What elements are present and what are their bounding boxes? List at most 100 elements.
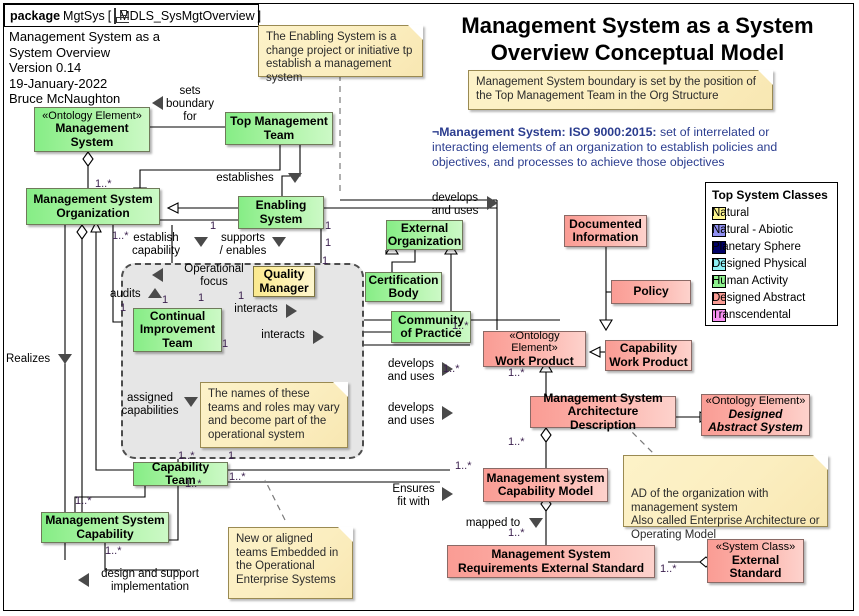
diagram-metadata: Management System as a System Overview V…	[9, 29, 161, 106]
class-name: Certification Body	[368, 272, 439, 300]
class-name: External Standard	[729, 552, 782, 581]
class-management-system-capability[interactable]: Management System Capability	[41, 512, 169, 543]
note-enabling-system-text: The Enabling System is a change project …	[266, 31, 413, 84]
arrow-realizes-icon	[58, 354, 72, 364]
legend-label-transcendental: Transcendental	[712, 309, 791, 321]
legend-label-natural-abiotic: Natural - Abiotic	[712, 224, 794, 236]
class-certification-body[interactable]: Certification Body	[365, 272, 442, 302]
arrow-establishes-icon	[288, 173, 302, 183]
arrow-assigned-capabilities-icon	[184, 397, 198, 407]
label-assigned-capabilities: assigned capabilities	[121, 392, 179, 417]
class-quality-manager[interactable]: Quality Manager	[253, 266, 315, 297]
class-continual-improvement-team[interactable]: Continual Improvement Team	[133, 308, 222, 352]
legend-label-natural: Natural	[712, 207, 750, 219]
multiplicity: 1..*	[508, 436, 525, 448]
class-capability-team[interactable]: Capability Team	[133, 459, 228, 487]
arrow-mapped-to-icon	[529, 518, 543, 528]
class-stereotype: «System Class»	[715, 541, 796, 554]
class-name: Management system Capability Model	[486, 470, 605, 498]
multiplicity: 1..*	[660, 563, 677, 575]
diagram-canvas: package MgtSys [ MDLS_SysMgtOverview ] M…	[0, 0, 859, 616]
class-capability-work-product[interactable]: Capability Work Product	[605, 340, 692, 371]
class-name: Capability Work Product	[609, 341, 688, 369]
label-supports-enables: supports / enables	[219, 232, 267, 257]
multiplicity: 1..*	[443, 363, 460, 375]
class-name: Management System Architecture Descripti…	[543, 390, 663, 432]
legend-label-designed-abstract: Designed Abstract	[712, 292, 806, 304]
legend-label-planetary-sphere: Planetary Sphere	[712, 241, 801, 253]
legend-title: Top System Classes	[712, 188, 828, 202]
legend: Top System Classes Natural Natural - Abi…	[705, 182, 838, 326]
multiplicity: 1	[325, 237, 332, 249]
class-management-system-architecture-description[interactable]: Management System Architecture Descripti…	[530, 391, 676, 431]
arrow-sets-boundary-icon	[152, 96, 163, 110]
class-name: External Organization	[387, 220, 462, 248]
legend-item-human-activity: Human Activity	[712, 273, 831, 290]
note-boundary: Management System boundary is set by the…	[468, 70, 773, 110]
note-fold-icon	[813, 455, 828, 470]
multiplicity: 1	[210, 220, 217, 232]
multiplicity: 1..*	[508, 367, 525, 379]
multiplicity: 1..*	[105, 545, 122, 557]
class-management-system-requirements-external-standard[interactable]: Management System Requirements External …	[447, 545, 655, 578]
note-team-names-text: The names of these teams and roles may v…	[208, 388, 340, 441]
arrow-establish-capability-icon	[194, 237, 208, 247]
multiplicity: 1	[162, 294, 169, 306]
page-title-line1: Management System as a System	[461, 13, 814, 38]
multiplicity: 1	[238, 290, 245, 302]
class-name: Documented Information	[569, 216, 642, 244]
multiplicity: 1..*	[508, 527, 525, 539]
legend-label-designed-physical: Designed Physical	[712, 258, 807, 270]
class-stereotype: «Ontology Element»	[509, 329, 560, 355]
legend-item-planetary-sphere: Planetary Sphere	[712, 239, 831, 256]
class-name: Management System Capability	[45, 513, 165, 541]
label-sets-boundary-for: sets boundary for	[166, 85, 214, 123]
class-stereotype: «Ontology Element»	[705, 395, 806, 408]
note-boundary-text: Management System boundary is set by the…	[476, 76, 756, 102]
class-documented-information[interactable]: Documented Information	[564, 215, 647, 247]
multiplicity: 1..*	[95, 178, 112, 190]
legend-item-natural: Natural	[712, 205, 831, 222]
class-name: Policy	[633, 284, 669, 299]
multiplicity: 1..*	[229, 471, 246, 483]
class-management-system[interactable]: «Ontology Element» Management System	[34, 107, 150, 152]
label-develops-and-uses-2: develops and uses	[387, 358, 435, 383]
page-title-line2: Overview Conceptual Model	[490, 40, 785, 65]
package-name: MgtSys	[63, 8, 105, 23]
multiplicity: 1..*	[455, 460, 472, 472]
label-establish-capability: establish capability	[132, 232, 180, 257]
note-fold-icon	[333, 382, 348, 397]
class-name: Capability Team	[151, 459, 210, 487]
label-develops-and-uses-1: develops and uses	[431, 192, 479, 217]
multiplicity: 1	[120, 302, 127, 314]
class-external-standard[interactable]: «System Class» External Standard	[707, 539, 804, 583]
legend-item-designed-abstract: Designed Abstract	[712, 290, 831, 307]
label-interacts-1: interacts	[234, 303, 278, 315]
note-fold-icon	[408, 25, 423, 40]
iso-definition: ¬Management System: ISO 9000:2015: set o…	[432, 125, 790, 170]
class-designed-abstract-system[interactable]: «Ontology Element» Designed Abstract Sys…	[701, 394, 810, 436]
note-ad: AD of the organization with management s…	[623, 455, 828, 541]
iso-heading: Management System: ISO 9000:2015:	[439, 125, 657, 139]
arrow-develops-uses-1-icon	[487, 196, 498, 210]
package-header: package MgtSys [ MDLS_SysMgtOverview ]	[4, 4, 261, 27]
class-work-product[interactable]: «Ontology Element» Work Product	[483, 329, 586, 367]
class-name: Enabling System	[255, 198, 307, 226]
multiplicity: 1	[322, 255, 329, 267]
class-management-system-capability-model[interactable]: Management system Capability Model	[483, 468, 608, 502]
note-fold-icon	[758, 70, 773, 85]
class-policy[interactable]: Policy	[611, 280, 691, 304]
class-top-management-team[interactable]: Top Management Team	[225, 112, 333, 145]
label-realizes: Realizes	[6, 353, 51, 365]
class-enabling-system[interactable]: Enabling System	[238, 196, 324, 229]
multiplicity: 1..*	[112, 230, 129, 242]
note-new-teams: New or aligned teams Embedded in the Ope…	[228, 527, 353, 599]
multiplicity: 1	[198, 292, 205, 304]
class-management-system-organization[interactable]: Management System Organization	[26, 188, 160, 225]
note-enabling-system: The Enabling System is a change project …	[258, 25, 423, 84]
class-name: Designed Abstract System	[708, 406, 803, 435]
label-audits: audits	[110, 288, 141, 300]
class-external-organization[interactable]: External Organization	[386, 220, 463, 250]
multiplicity: 1	[325, 220, 332, 232]
class-name: Management System Requirements External …	[457, 547, 645, 575]
